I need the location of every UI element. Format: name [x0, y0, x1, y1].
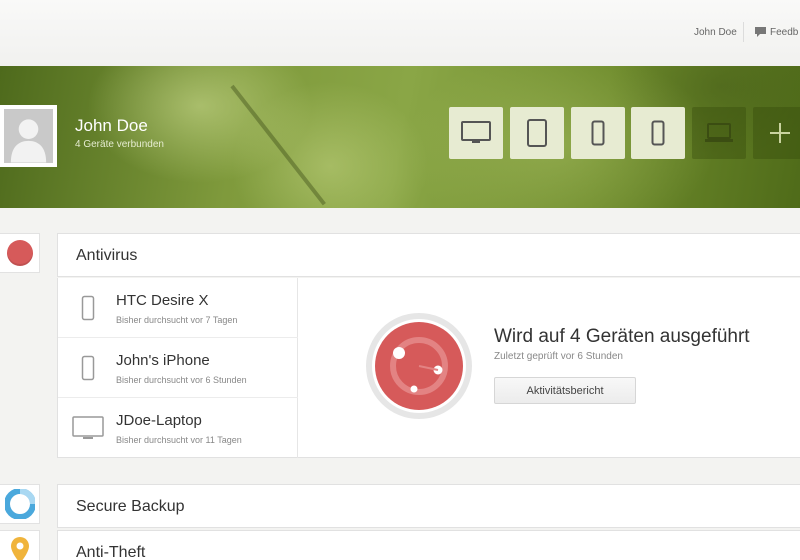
- antitheft-section-header[interactable]: Anti-Theft: [57, 530, 800, 560]
- user-silhouette-icon: [10, 119, 47, 163]
- banner-background-decoration: [230, 84, 326, 206]
- antivirus-status-title: Wird auf 4 Geräten ausgeführt: [494, 326, 750, 347]
- antivirus-shield-icon: [6, 240, 33, 266]
- antivirus-section-header[interactable]: Antivirus: [57, 233, 800, 277]
- antivirus-title: Antivirus: [76, 247, 138, 264]
- antivirus-status-subtitle: Zuletzt geprüft vor 6 Stunden: [494, 351, 623, 362]
- laptop-icon: [705, 123, 733, 142]
- device-last-scan: Bisher durchsucht vor 7 Tagen: [116, 315, 238, 325]
- antivirus-status-icon: [0, 233, 40, 273]
- antivirus-device-list: HTC Desire X Bisher durchsucht vor 7 Tag…: [58, 278, 298, 458]
- device-last-scan: Bisher durchsucht vor 11 Tagen: [116, 435, 242, 445]
- tablet-icon: [527, 119, 547, 147]
- device-button-tablet[interactable]: [510, 107, 564, 159]
- phone-icon: [72, 352, 104, 384]
- phone-icon: [72, 292, 104, 324]
- backup-ring-icon: [4, 489, 35, 519]
- top-bar: John Doe Feedb: [0, 0, 800, 66]
- feedback-label: Feedb: [770, 26, 799, 38]
- device-button-laptop[interactable]: [692, 107, 746, 159]
- antivirus-status-ring-icon: [366, 313, 472, 419]
- list-item[interactable]: JDoe-Laptop Bisher durchsucht vor 11 Tag…: [58, 398, 298, 458]
- device-name: HTC Desire X: [116, 292, 209, 309]
- device-button-desktop[interactable]: [449, 107, 503, 159]
- location-pin-icon: [10, 537, 29, 560]
- profile-device-count: 4 Geräte verbunden: [75, 139, 164, 150]
- profile-name: John Doe: [75, 116, 148, 135]
- device-name: John's iPhone: [116, 352, 210, 369]
- feedback-link[interactable]: Feedb: [754, 26, 798, 38]
- antitheft-title: Anti-Theft: [76, 544, 146, 560]
- phone-icon: [651, 120, 665, 146]
- list-item[interactable]: HTC Desire X Bisher durchsucht vor 7 Tag…: [58, 278, 298, 338]
- device-last-scan: Bisher durchsucht vor 6 Stunden: [116, 375, 247, 385]
- monitor-icon: [461, 121, 491, 143]
- plus-icon: [770, 123, 790, 143]
- backup-title: Secure Backup: [76, 498, 185, 515]
- device-button-phone-1[interactable]: [571, 107, 625, 159]
- topbar-divider: [743, 22, 744, 42]
- activity-report-button[interactable]: Aktivitätsbericht: [494, 377, 636, 404]
- avatar-placeholder: [4, 109, 53, 163]
- backup-section-header[interactable]: Secure Backup: [57, 484, 800, 528]
- list-item[interactable]: John's iPhone Bisher durchsucht vor 6 St…: [58, 338, 298, 398]
- antitheft-status-icon: [0, 530, 40, 560]
- antivirus-panel: HTC Desire X Bisher durchsucht vor 7 Tag…: [57, 278, 800, 458]
- account-user-link[interactable]: John Doe: [694, 27, 737, 38]
- speech-bubble-icon: [755, 27, 766, 37]
- monitor-icon: [72, 412, 104, 444]
- phone-icon: [591, 120, 605, 146]
- avatar[interactable]: [0, 105, 57, 167]
- device-name: JDoe-Laptop: [116, 412, 202, 429]
- add-device-button[interactable]: [753, 107, 800, 159]
- device-button-phone-2[interactable]: [631, 107, 685, 159]
- backup-status-icon: [0, 484, 40, 524]
